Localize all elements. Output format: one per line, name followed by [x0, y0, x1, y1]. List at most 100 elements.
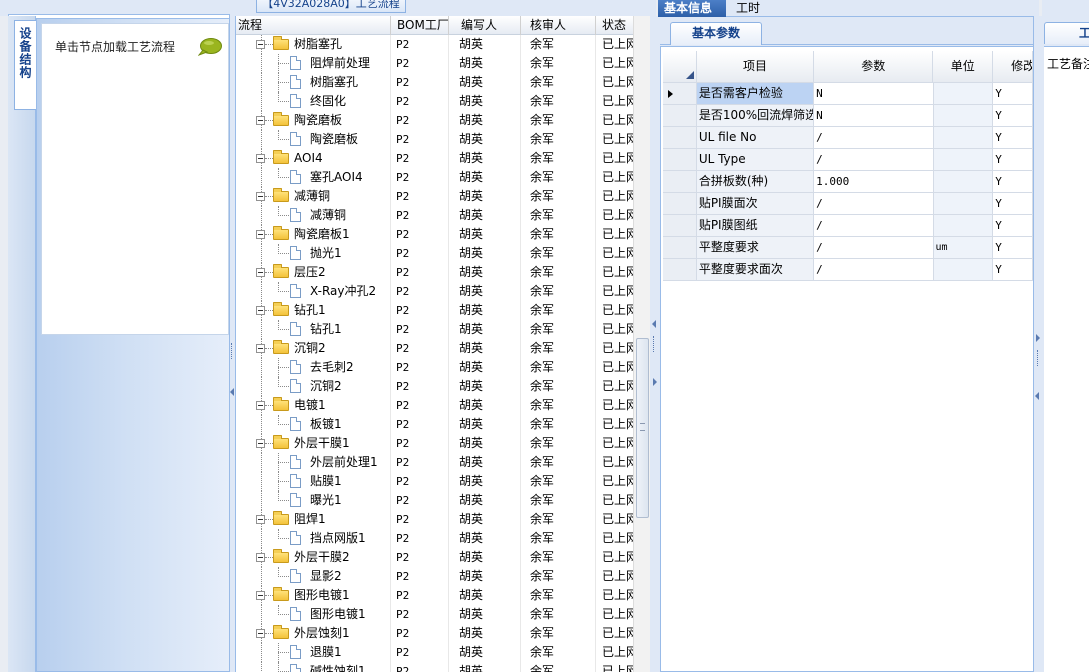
tree-leaf-row[interactable]: 图形电镀1 P2胡英余军已上网 — [236, 605, 633, 624]
cell-unit[interactable] — [933, 83, 994, 105]
tree-leaf-row[interactable]: 显影2 P2胡英余军已上网 — [236, 567, 633, 586]
tree-leaf-row[interactable]: 去毛刺2 P2胡英余军已上网 — [236, 358, 633, 377]
row-indicator[interactable] — [663, 237, 697, 259]
tree-leaf-row[interactable]: 外层前处理1 P2胡英余军已上网 — [236, 453, 633, 472]
cell-unit[interactable] — [933, 215, 994, 237]
collapse-toggle-icon[interactable] — [256, 439, 265, 448]
collapse-toggle-icon[interactable] — [256, 591, 265, 600]
tree-node-row[interactable]: 外层蚀刻1 P2胡英余军已上网 — [236, 624, 633, 643]
expand-right-arrow-icon[interactable] — [653, 378, 657, 386]
params-row[interactable]: UL Type / Y — [663, 149, 1033, 171]
cell-param[interactable]: N — [814, 105, 934, 127]
tree-leaf-row[interactable]: 塞孔AOI4 P2胡英余军已上网 — [236, 168, 633, 187]
column-header-param[interactable]: 参数 — [814, 51, 934, 83]
tree-node-row[interactable]: 减薄铜 P2胡英余军已上网 — [236, 187, 633, 206]
cell-param[interactable]: / — [814, 237, 934, 259]
cell-param[interactable]: / — [814, 127, 934, 149]
scrollbar-thumb[interactable] — [636, 338, 649, 518]
tab-basic-params[interactable]: 基本参数 — [670, 22, 762, 45]
tree-leaf-row[interactable]: 板镀1 P2胡英余军已上网 — [236, 415, 633, 434]
collapse-toggle-icon[interactable] — [256, 40, 265, 49]
cell-unit[interactable] — [933, 193, 994, 215]
cell-unit[interactable] — [933, 259, 994, 281]
tree-leaf-row[interactable]: 碱性蚀刻1 P2胡英余军已上网 — [236, 662, 633, 672]
collapse-toggle-icon[interactable] — [256, 192, 265, 201]
row-indicator[interactable] — [663, 259, 697, 281]
column-header-flow[interactable]: 流程 — [236, 16, 391, 35]
right-splitter[interactable] — [1033, 16, 1042, 672]
cell-modify[interactable]: Y — [993, 149, 1033, 171]
params-row[interactable]: UL file No / Y — [663, 127, 1033, 149]
tree-node-row[interactable]: 陶瓷磨板 P2胡英余军已上网 — [236, 111, 633, 130]
tree-node-row[interactable]: AOI4 P2胡英余军已上网 — [236, 149, 633, 168]
row-indicator[interactable] — [663, 105, 697, 127]
cell-modify[interactable]: Y — [993, 193, 1033, 215]
collapse-toggle-icon[interactable] — [256, 230, 265, 239]
tree-vertical-scrollbar[interactable] — [633, 16, 650, 672]
cell-modify[interactable]: Y — [993, 83, 1033, 105]
tree-node-row[interactable]: 外层干膜1 P2胡英余军已上网 — [236, 434, 633, 453]
tree-leaf-row[interactable]: 减薄铜 P2胡英余军已上网 — [236, 206, 633, 225]
cell-modify[interactable]: Y — [993, 215, 1033, 237]
tree-node-row[interactable]: 树脂塞孔 P2胡英余军已上网 — [236, 35, 633, 54]
params-row[interactable]: 平整度要求 / um Y — [663, 237, 1033, 259]
tree-leaf-row[interactable]: 树脂塞孔 P2胡英余军已上网 — [236, 73, 633, 92]
tree-node-row[interactable]: 阻焊1 P2胡英余军已上网 — [236, 510, 633, 529]
cell-unit[interactable] — [933, 105, 994, 127]
tab-basic-info[interactable]: 基本信息 — [658, 0, 726, 17]
tree-leaf-row[interactable]: 沉铜2 P2胡英余军已上网 — [236, 377, 633, 396]
cell-modify[interactable]: Y — [993, 237, 1033, 259]
cell-param[interactable]: / — [814, 215, 934, 237]
row-indicator[interactable] — [663, 215, 697, 237]
cell-param[interactable]: / — [814, 149, 934, 171]
cell-unit[interactable] — [933, 149, 994, 171]
column-header-item[interactable]: 项目 — [696, 51, 815, 83]
cell-unit[interactable]: um — [933, 237, 994, 259]
expand-right-arrow-icon[interactable] — [1036, 334, 1040, 342]
tree-leaf-row[interactable]: 终固化 P2胡英余军已上网 — [236, 92, 633, 111]
row-indicator[interactable] — [663, 149, 697, 171]
column-header-reviewer[interactable]: 核审人 — [521, 16, 596, 35]
row-indicator[interactable] — [663, 193, 697, 215]
tab-equipment-structure[interactable]: 设备结构 — [14, 20, 36, 110]
cell-modify[interactable]: Y — [993, 171, 1033, 193]
cell-param[interactable]: / — [814, 259, 934, 281]
tree-leaf-row[interactable]: 钻孔1 P2胡英余军已上网 — [236, 320, 633, 339]
collapse-left-arrow-icon[interactable] — [652, 320, 656, 328]
tree-leaf-row[interactable]: 贴膜1 P2胡英余军已上网 — [236, 472, 633, 491]
collapse-toggle-icon[interactable] — [256, 515, 265, 524]
cell-param[interactable]: 1.000 — [814, 171, 934, 193]
collapse-toggle-icon[interactable] — [256, 401, 265, 410]
cell-param[interactable]: N — [814, 83, 934, 105]
column-header-writer[interactable]: 编写人 — [449, 16, 521, 35]
collapse-toggle-icon[interactable] — [256, 268, 265, 277]
tree-leaf-row[interactable]: 曝光1 P2胡英余军已上网 — [236, 491, 633, 510]
collapse-toggle-icon[interactable] — [256, 306, 265, 315]
tree-leaf-row[interactable]: 阻焊前处理 P2胡英余军已上网 — [236, 54, 633, 73]
collapse-left-arrow-icon[interactable] — [230, 388, 234, 396]
params-row[interactable]: 是否需客户检验 N Y — [663, 83, 1033, 105]
cell-param[interactable]: / — [814, 193, 934, 215]
select-all-corner[interactable] — [663, 51, 697, 83]
params-row[interactable]: 平整度要求面次 / Y — [663, 259, 1033, 281]
collapse-toggle-icon[interactable] — [256, 154, 265, 163]
tree-leaf-row[interactable]: 挡点网版1 P2胡英余军已上网 — [236, 529, 633, 548]
tree-node-row[interactable]: 钻孔1 P2胡英余军已上网 — [236, 301, 633, 320]
tree-leaf-row[interactable]: X-Ray冲孔2 P2胡英余军已上网 — [236, 282, 633, 301]
tab-work-hours[interactable]: 工时 — [730, 0, 768, 17]
row-indicator[interactable] — [663, 127, 697, 149]
column-header-unit[interactable]: 单位 — [933, 51, 994, 83]
tab-process[interactable]: 工艺 — [1044, 22, 1089, 44]
middle-splitter[interactable] — [650, 16, 658, 672]
row-indicator[interactable] — [663, 171, 697, 193]
tree-node-row[interactable]: 电镀1 P2胡英余军已上网 — [236, 396, 633, 415]
collapse-toggle-icon[interactable] — [256, 116, 265, 125]
tree-node-row[interactable]: 陶瓷磨板1 P2胡英余军已上网 — [236, 225, 633, 244]
tree-leaf-row[interactable]: 退膜1 P2胡英余军已上网 — [236, 643, 633, 662]
column-header-modify[interactable]: 修改 — [993, 51, 1033, 83]
cell-modify[interactable]: Y — [993, 259, 1033, 281]
tree-node-row[interactable]: 沉铜2 P2胡英余军已上网 — [236, 339, 633, 358]
params-row[interactable]: 合拼板数(种) 1.000 Y — [663, 171, 1033, 193]
column-header-bom[interactable]: BOM工厂 — [391, 16, 449, 35]
collapse-toggle-icon[interactable] — [256, 553, 265, 562]
